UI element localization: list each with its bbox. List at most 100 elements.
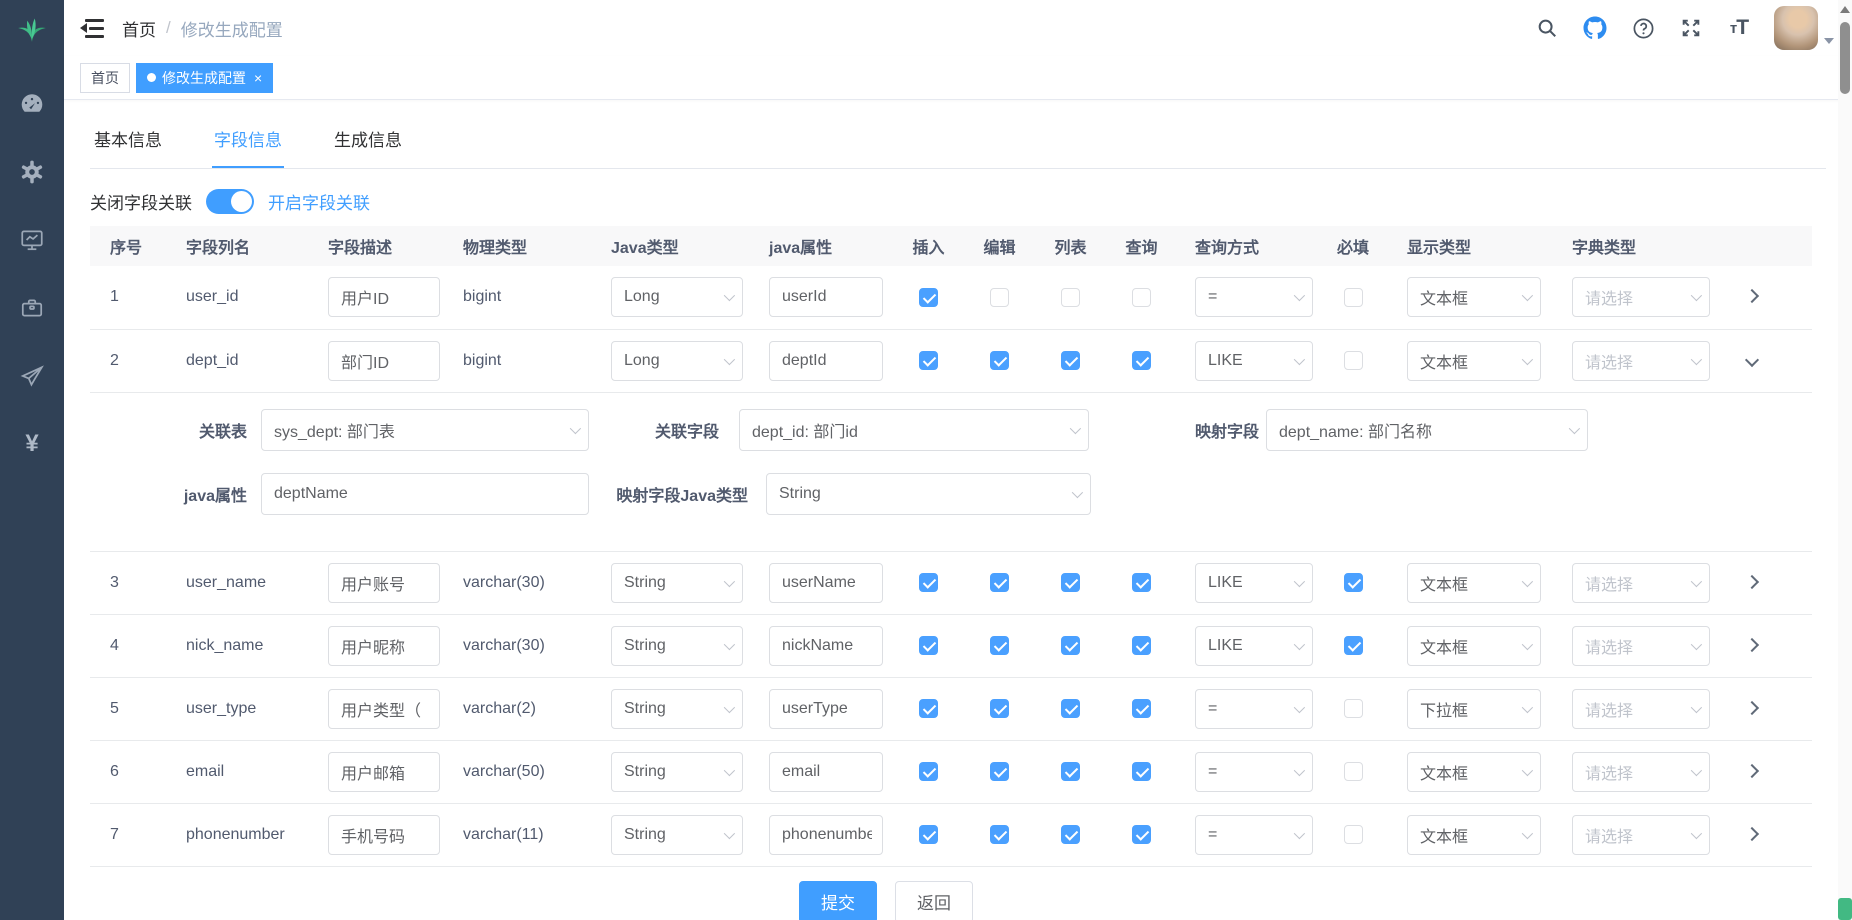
query-type-select[interactable]: = — [1195, 277, 1313, 317]
expand-icon[interactable] — [1745, 763, 1759, 777]
edit-checkbox[interactable] — [990, 762, 1009, 781]
java-type-select[interactable]: String — [611, 752, 743, 792]
page-scrollbar[interactable] — [1838, 0, 1852, 920]
page-scrollbar-thumb[interactable] — [1840, 22, 1850, 94]
font-size-icon[interactable]: тT — [1726, 15, 1752, 41]
query-type-select[interactable]: LIKE — [1195, 563, 1313, 603]
tag-edit-gen-config[interactable]: 修改生成配置 × — [136, 63, 273, 93]
java-field-input[interactable]: deptId — [769, 341, 883, 381]
java-type-select[interactable]: Long — [611, 341, 743, 381]
tag-close-icon[interactable]: × — [254, 70, 262, 86]
sidebar-item-money[interactable]: ¥ — [0, 410, 64, 478]
search-icon[interactable] — [1534, 15, 1560, 41]
dict-type-select[interactable]: 请选择 — [1572, 689, 1710, 729]
java-attr-input[interactable]: deptName — [261, 473, 589, 515]
user-menu[interactable] — [1774, 6, 1834, 50]
query-checkbox[interactable] — [1132, 825, 1151, 844]
java-type-select[interactable]: String — [611, 815, 743, 855]
column-desc-input[interactable]: 手机号码 — [328, 815, 440, 855]
fullscreen-icon[interactable] — [1678, 15, 1704, 41]
query-checkbox[interactable] — [1132, 762, 1151, 781]
dict-type-select[interactable]: 请选择 — [1572, 626, 1710, 666]
sidebar-item-send[interactable] — [0, 342, 64, 410]
dict-type-select[interactable]: 请选择 — [1572, 563, 1710, 603]
map-java-type-select[interactable]: String — [766, 473, 1091, 515]
html-type-select[interactable]: 下拉框 — [1407, 689, 1541, 729]
sidebar-item-dashboard[interactable] — [0, 70, 64, 138]
java-field-input[interactable]: phonenumber — [769, 815, 883, 855]
sidebar-item-tool[interactable] — [0, 274, 64, 342]
html-type-select[interactable]: 文本框 — [1407, 752, 1541, 792]
back-button[interactable]: 返回 — [895, 881, 973, 920]
edit-checkbox[interactable] — [990, 825, 1009, 844]
java-type-select[interactable]: String — [611, 626, 743, 666]
column-desc-input[interactable]: 用户昵称 — [328, 626, 440, 666]
list-checkbox[interactable] — [1061, 573, 1080, 592]
java-field-input[interactable]: userType — [769, 689, 883, 729]
dict-type-select[interactable]: 请选择 — [1572, 341, 1710, 381]
app-logo[interactable] — [0, 0, 64, 56]
tag-home[interactable]: 首页 — [80, 63, 130, 93]
list-checkbox[interactable] — [1061, 288, 1080, 307]
edit-checkbox[interactable] — [990, 699, 1009, 718]
relation-toggle-switch[interactable] — [206, 189, 254, 214]
required-checkbox[interactable] — [1344, 573, 1363, 592]
edit-checkbox[interactable] — [990, 288, 1009, 307]
edit-checkbox[interactable] — [990, 573, 1009, 592]
html-type-select[interactable]: 文本框 — [1407, 815, 1541, 855]
expand-icon[interactable] — [1745, 700, 1759, 714]
column-desc-input[interactable]: 用户账号 — [328, 563, 440, 603]
sidebar-item-system[interactable] — [0, 138, 64, 206]
insert-checkbox[interactable] — [919, 573, 938, 592]
required-checkbox[interactable] — [1344, 288, 1363, 307]
insert-checkbox[interactable] — [919, 636, 938, 655]
column-desc-input[interactable]: 用户邮箱 — [328, 752, 440, 792]
required-checkbox[interactable] — [1344, 699, 1363, 718]
list-checkbox[interactable] — [1061, 351, 1080, 370]
tab-field-info[interactable]: 字段信息 — [212, 118, 284, 168]
column-desc-input[interactable]: 用户类型（ — [328, 689, 440, 729]
html-type-select[interactable]: 文本框 — [1407, 341, 1541, 381]
insert-checkbox[interactable] — [919, 762, 938, 781]
insert-checkbox[interactable] — [919, 288, 938, 307]
expand-icon[interactable] — [1745, 289, 1759, 303]
query-checkbox[interactable] — [1132, 351, 1151, 370]
github-icon[interactable] — [1582, 15, 1608, 41]
java-field-input[interactable]: nickName — [769, 626, 883, 666]
relation-field-select[interactable]: dept_id: 部门id — [739, 409, 1089, 451]
column-desc-input[interactable]: 用户ID — [328, 277, 440, 317]
java-type-select[interactable]: String — [611, 689, 743, 729]
breadcrumb-home-link[interactable]: 首页 — [122, 16, 156, 41]
dict-type-select[interactable]: 请选择 — [1572, 277, 1710, 317]
dict-type-select[interactable]: 请选择 — [1572, 815, 1710, 855]
insert-checkbox[interactable] — [919, 825, 938, 844]
html-type-select[interactable]: 文本框 — [1407, 277, 1541, 317]
html-type-select[interactable]: 文本框 — [1407, 626, 1541, 666]
html-type-select[interactable]: 文本框 — [1407, 563, 1541, 603]
query-checkbox[interactable] — [1132, 699, 1151, 718]
relation-table-select[interactable]: sys_dept: 部门表 — [261, 409, 589, 451]
dict-type-select[interactable]: 请选择 — [1572, 752, 1710, 792]
java-field-input[interactable]: userName — [769, 563, 883, 603]
scrollbar-arrow-up-icon[interactable] — [1840, 6, 1850, 13]
required-checkbox[interactable] — [1344, 762, 1363, 781]
required-checkbox[interactable] — [1344, 825, 1363, 844]
insert-checkbox[interactable] — [919, 699, 938, 718]
tab-gen-info[interactable]: 生成信息 — [332, 118, 404, 168]
query-checkbox[interactable] — [1132, 636, 1151, 655]
map-field-select[interactable]: dept_name: 部门名称 — [1266, 409, 1588, 451]
query-type-select[interactable]: LIKE — [1195, 341, 1313, 381]
query-checkbox[interactable] — [1132, 288, 1151, 307]
required-checkbox[interactable] — [1344, 351, 1363, 370]
query-checkbox[interactable] — [1132, 573, 1151, 592]
expand-icon[interactable] — [1745, 637, 1759, 651]
list-checkbox[interactable] — [1061, 762, 1080, 781]
edit-checkbox[interactable] — [990, 636, 1009, 655]
collapse-menu-icon[interactable] — [80, 18, 104, 38]
java-field-input[interactable]: email — [769, 752, 883, 792]
query-type-select[interactable]: = — [1195, 689, 1313, 729]
expand-icon[interactable] — [1745, 352, 1759, 366]
expand-icon[interactable] — [1745, 826, 1759, 840]
java-type-select[interactable]: Long — [611, 277, 743, 317]
help-icon[interactable] — [1630, 15, 1656, 41]
